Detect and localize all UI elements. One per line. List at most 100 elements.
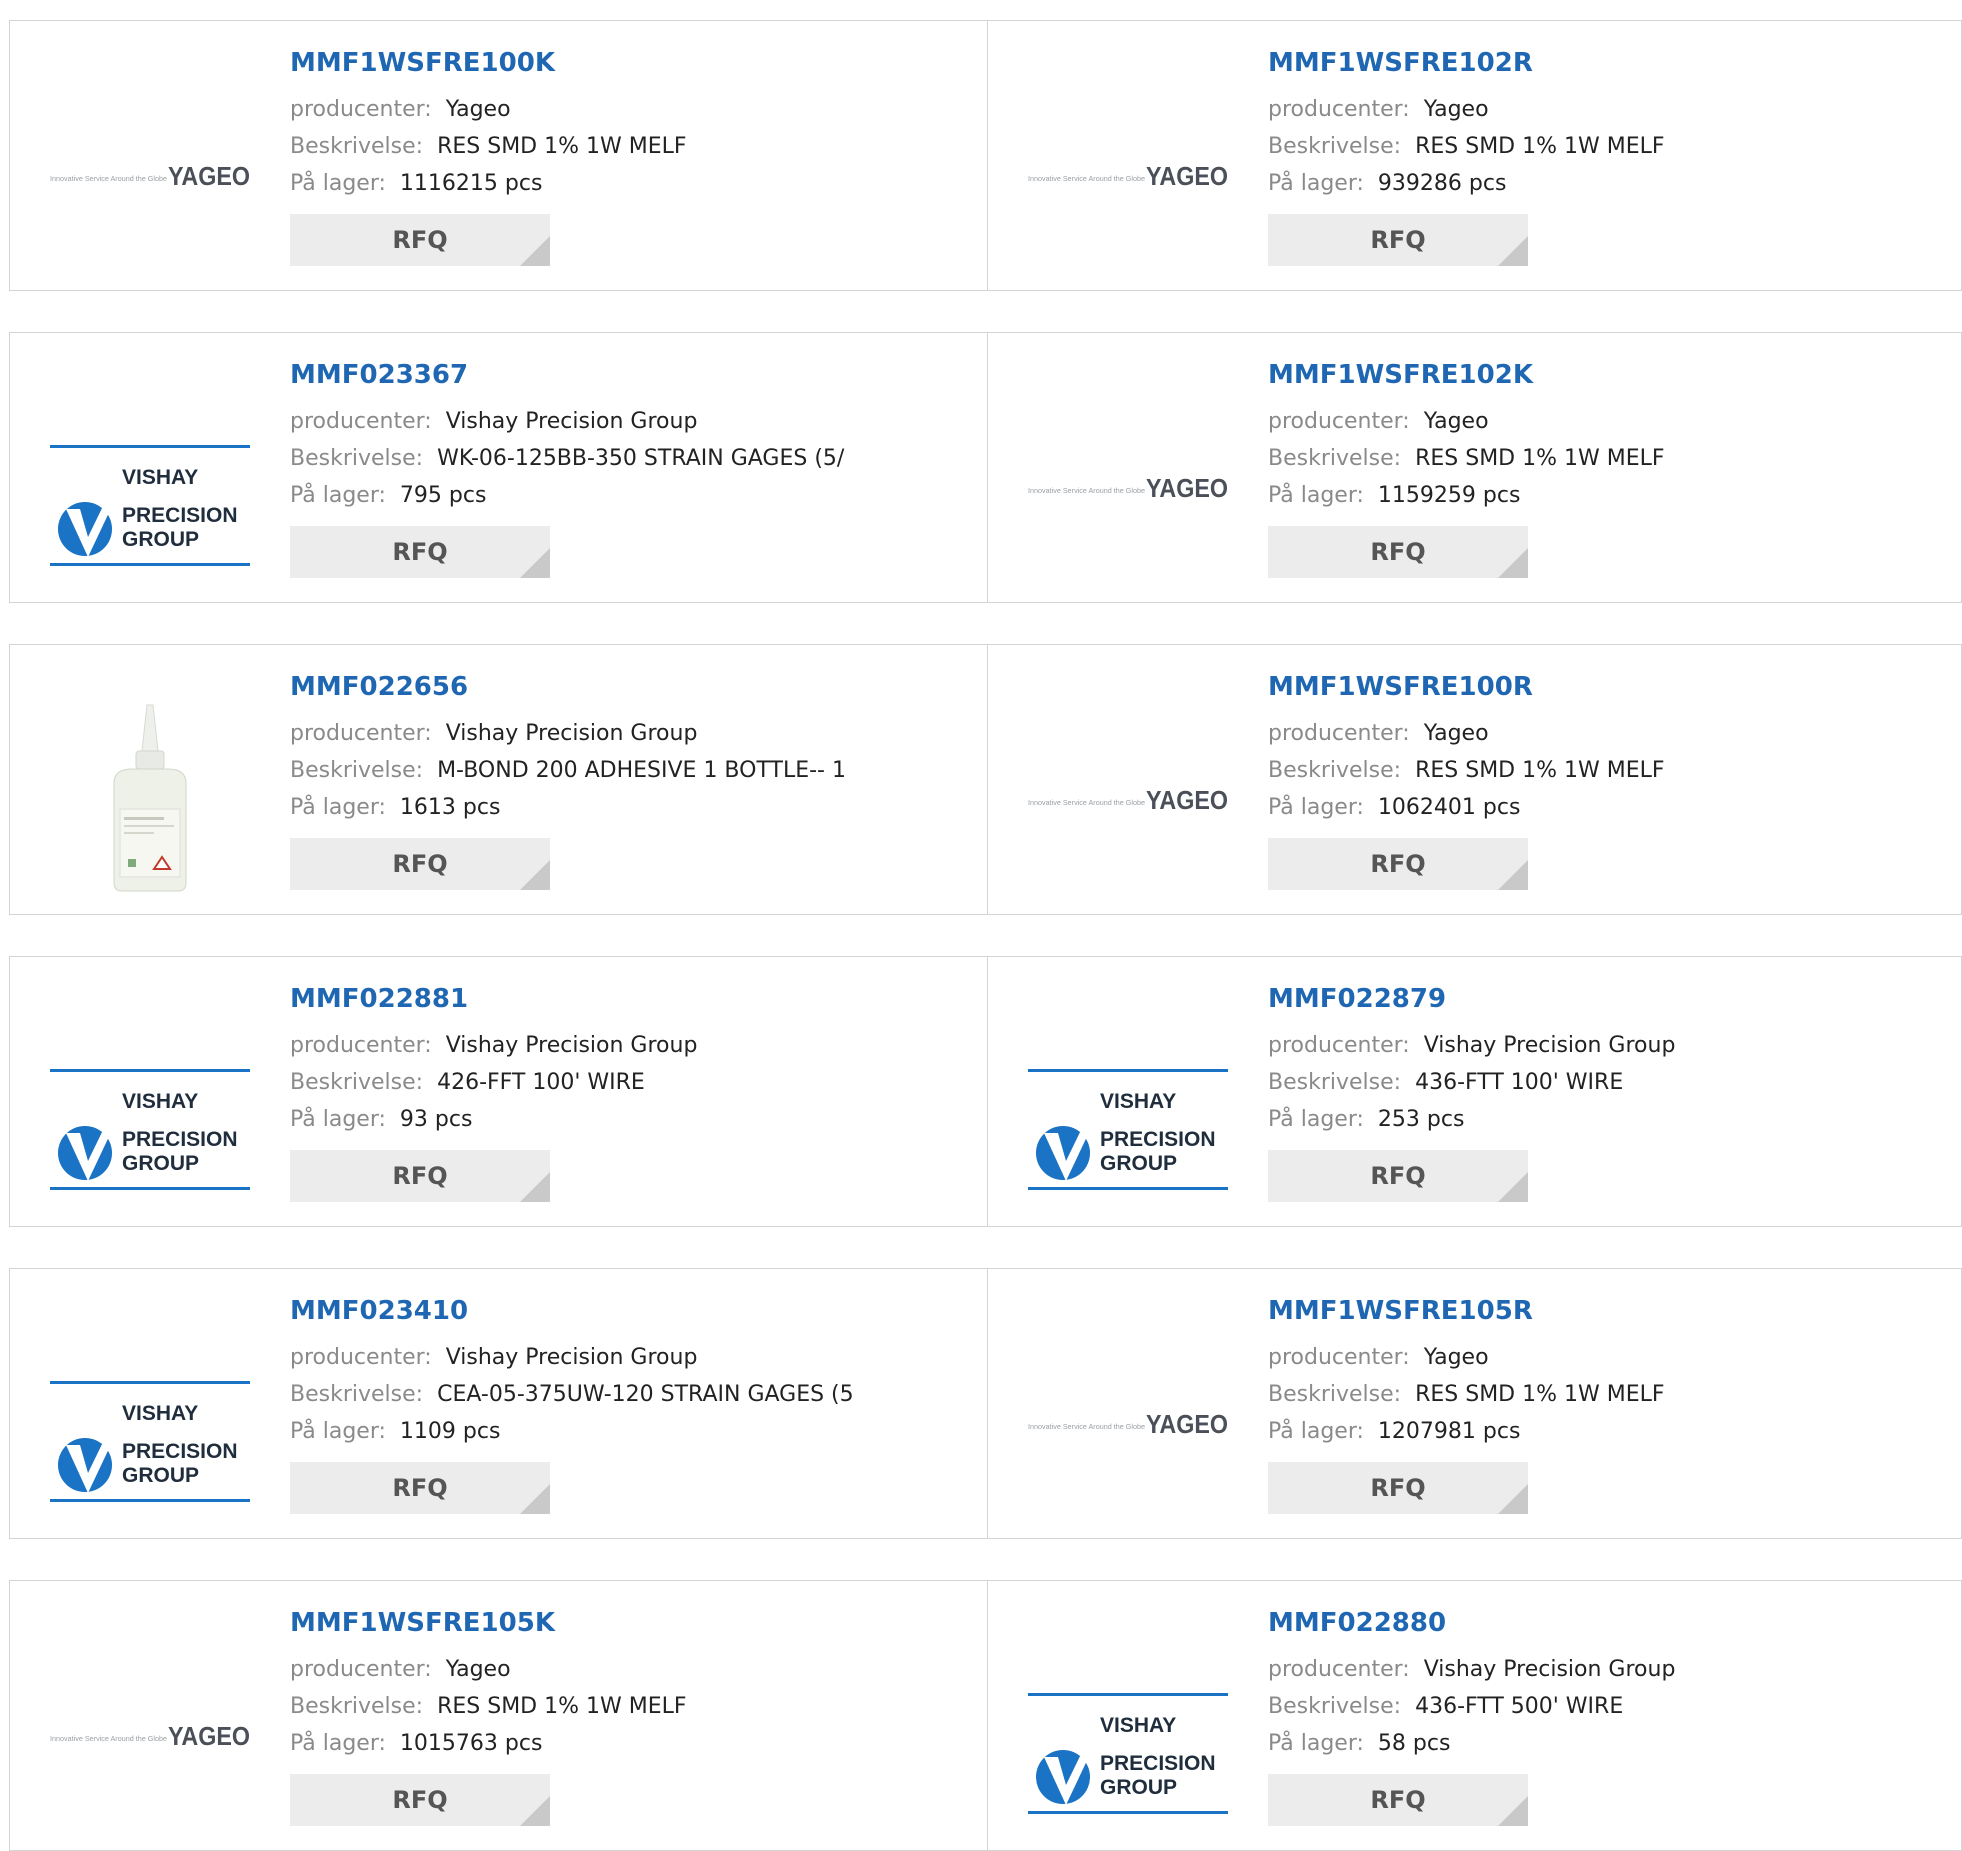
product-info: MMF023367 producenter: Vishay Precision G…	[290, 359, 844, 578]
rfq-button[interactable]: RFQ	[290, 1774, 550, 1826]
stock-value: 1109 pcs	[399, 1419, 501, 1444]
part-number-link[interactable]: MMF1WSFRE105R	[1268, 1295, 1665, 1329]
stock-row: På lager: 1015763 pcs	[290, 1725, 687, 1762]
rfq-button[interactable]: RFQ	[1268, 214, 1528, 266]
stock-value: 1015763 pcs	[399, 1731, 543, 1756]
description-label: Beskrivelse:	[290, 1070, 424, 1095]
vishay-logo-icon: VISHAY PRECISION GROUP	[50, 445, 250, 566]
product-info: MMF022879 producenter: Vishay Precision G…	[1268, 983, 1675, 1202]
rfq-button[interactable]: RFQ	[290, 526, 550, 578]
part-number-link[interactable]: MMF022881	[290, 983, 697, 1017]
brand-logo[interactable]: Innovative Service Around the Globe YAGE…	[50, 1635, 250, 1835]
description-value: RES SMD 1% 1W MELF	[1415, 1382, 1665, 1407]
manufacturer-row: producenter: Vishay Precision Group	[290, 715, 846, 752]
vishay-logo-icon: VISHAY PRECISION GROUP	[50, 1381, 250, 1502]
part-number-link[interactable]: MMF1WSFRE102K	[1268, 359, 1665, 393]
description-row: Beskrivelse: CEA-05-375UW-120 STRAIN GAGE…	[290, 1376, 854, 1413]
manufacturer-label: producenter:	[290, 1033, 432, 1058]
product-card: MMF022656 producenter: Vishay Precision G…	[10, 645, 988, 914]
rfq-button-label: RFQ	[1370, 1162, 1426, 1190]
brand-logo[interactable]: Innovative Service Around the Globe YAGE…	[1028, 699, 1228, 899]
vishay-line3: GROUP	[1100, 1776, 1177, 1799]
corner-fold-icon	[1498, 1172, 1528, 1202]
stock-row: På lager: 93 pcs	[290, 1101, 697, 1138]
stock-label: På lager:	[290, 171, 386, 196]
rfq-button[interactable]: RFQ	[1268, 1462, 1528, 1514]
manufacturer-label: producenter:	[1268, 1033, 1410, 1058]
manufacturer-row: producenter: Vishay Precision Group	[290, 1339, 854, 1376]
rfq-button[interactable]: RFQ	[290, 838, 550, 890]
rfq-button[interactable]: RFQ	[290, 214, 550, 266]
stock-label: På lager:	[290, 1731, 386, 1756]
manufacturer-label: producenter:	[1268, 97, 1410, 122]
brand-logo[interactable]: VISHAY PRECISION GROUP	[1028, 1011, 1228, 1211]
product-row: Innovative Service Around the Globe YAGE…	[9, 20, 1962, 291]
brand-logo[interactable]: Innovative Service Around the Globe YAGE…	[1028, 75, 1228, 275]
description-row: Beskrivelse: RES SMD 1% 1W MELF	[290, 1688, 687, 1725]
rfq-button[interactable]: RFQ	[290, 1462, 550, 1514]
rfq-button-label: RFQ	[392, 850, 448, 878]
brand-logo[interactable]: Innovative Service Around the Globe YAGE…	[50, 75, 250, 275]
description-row: Beskrivelse: 426-FFT 100' WIRE	[290, 1064, 697, 1101]
manufacturer-value: Yageo	[1423, 97, 1489, 122]
corner-fold-icon	[1498, 548, 1528, 578]
manufacturer-value: Vishay Precision Group	[1423, 1657, 1676, 1682]
description-label: Beskrivelse:	[290, 1694, 424, 1719]
vishay-line1: VISHAY	[122, 1402, 198, 1425]
yageo-tagline: Innovative Service Around the Globe	[50, 1734, 167, 1743]
description-row: Beskrivelse: 436-FTT 500' WIRE	[1268, 1688, 1675, 1725]
part-number-link[interactable]: MMF022656	[290, 671, 846, 705]
part-number-link[interactable]: MMF1WSFRE100R	[1268, 671, 1665, 705]
corner-fold-icon	[520, 1484, 550, 1514]
rfq-button-label: RFQ	[1370, 1786, 1426, 1814]
product-row: MMF022656 producenter: Vishay Precision G…	[9, 644, 1962, 915]
rfq-button[interactable]: RFQ	[1268, 838, 1528, 890]
description-label: Beskrivelse:	[290, 446, 424, 471]
corner-fold-icon	[1498, 860, 1528, 890]
part-number-link[interactable]: MMF1WSFRE100K	[290, 47, 687, 81]
rfq-button[interactable]: RFQ	[1268, 526, 1528, 578]
stock-row: På lager: 1207981 pcs	[1268, 1413, 1665, 1450]
product-info: MMF1WSFRE105K producenter: Yageo Beskrive…	[290, 1607, 687, 1826]
part-number-link[interactable]: MMF022879	[1268, 983, 1675, 1017]
stock-row: På lager: 795 pcs	[290, 477, 844, 514]
stock-row: På lager: 1159259 pcs	[1268, 477, 1665, 514]
manufacturer-row: producenter: Vishay Precision Group	[1268, 1027, 1675, 1064]
manufacturer-row: producenter: Yageo	[1268, 403, 1665, 440]
stock-value: 1613 pcs	[399, 795, 501, 820]
stock-row: På lager: 1116215 pcs	[290, 165, 687, 202]
brand-logo[interactable]: VISHAY PRECISION GROUP	[1028, 1635, 1228, 1835]
rfq-button[interactable]: RFQ	[290, 1150, 550, 1202]
manufacturer-value: Yageo	[1423, 409, 1489, 434]
brand-logo[interactable]: VISHAY PRECISION GROUP	[50, 1323, 250, 1523]
part-number-link[interactable]: MMF023367	[290, 359, 844, 393]
brand-logo[interactable]: Innovative Service Around the Globe YAGE…	[1028, 387, 1228, 587]
product-card: Innovative Service Around the Globe YAGE…	[10, 1581, 988, 1850]
brand-logo[interactable]: VISHAY PRECISION GROUP	[50, 1011, 250, 1211]
part-number-link[interactable]: MMF023410	[290, 1295, 854, 1329]
description-value: RES SMD 1% 1W MELF	[1415, 134, 1665, 159]
brand-logo[interactable]: Innovative Service Around the Globe YAGE…	[1028, 1323, 1228, 1523]
product-info: MMF1WSFRE100K producenter: Yageo Beskrive…	[290, 47, 687, 266]
product-row: Innovative Service Around the Globe YAGE…	[9, 1580, 1962, 1851]
yageo-logo-icon: Innovative Service Around the Globe YAGE…	[1028, 785, 1228, 815]
vishay-line2: PRECISION	[122, 1128, 238, 1151]
product-card: VISHAY PRECISION GROUP MMF022881 produce…	[10, 957, 988, 1226]
product-card: Innovative Service Around the Globe YAGE…	[988, 21, 1962, 290]
brand-logo[interactable]	[50, 699, 250, 899]
rfq-button[interactable]: RFQ	[1268, 1774, 1528, 1826]
brand-logo[interactable]: VISHAY PRECISION GROUP	[50, 387, 250, 587]
vishay-logo-icon: VISHAY PRECISION GROUP	[1028, 1693, 1228, 1814]
stock-row: På lager: 1613 pcs	[290, 789, 846, 826]
part-number-link[interactable]: MMF1WSFRE102R	[1268, 47, 1665, 81]
product-card: Innovative Service Around the Globe YAGE…	[988, 333, 1962, 602]
manufacturer-value: Yageo	[445, 1657, 511, 1682]
product-info: MMF022881 producenter: Vishay Precision G…	[290, 983, 697, 1202]
stock-value: 58 pcs	[1377, 1731, 1451, 1756]
manufacturer-label: producenter:	[1268, 721, 1410, 746]
manufacturer-label: producenter:	[290, 409, 432, 434]
part-number-link[interactable]: MMF1WSFRE105K	[290, 1607, 687, 1641]
yageo-logo-icon: Innovative Service Around the Globe YAGE…	[1028, 473, 1228, 503]
part-number-link[interactable]: MMF022880	[1268, 1607, 1675, 1641]
rfq-button[interactable]: RFQ	[1268, 1150, 1528, 1202]
